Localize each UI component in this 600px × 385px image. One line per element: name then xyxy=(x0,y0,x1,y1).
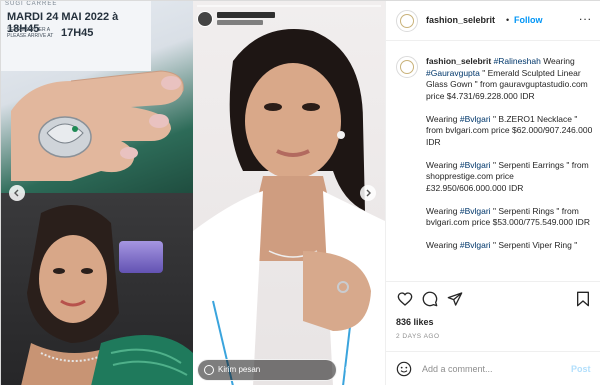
comment-button[interactable] xyxy=(421,290,439,308)
comment-input[interactable] xyxy=(422,361,562,377)
chevron-left-icon xyxy=(14,189,19,197)
send-icon xyxy=(447,292,463,306)
photo-selfie xyxy=(1,193,193,385)
caption-scroll-area[interactable]: fashion_selebrit #Ralineshah Wearing #Ga… xyxy=(386,42,600,280)
separator-dot: • xyxy=(506,15,510,25)
hashtag-link[interactable]: #Bvlgari xyxy=(460,240,491,250)
hashtag-link[interactable]: #Bvlgari xyxy=(460,114,491,124)
more-options-button[interactable]: ... xyxy=(579,9,592,23)
share-button[interactable] xyxy=(446,290,464,308)
ticket-header: SUGI CARREE xyxy=(5,1,58,7)
caption-prefix: Wearing xyxy=(426,205,460,216)
ticket-arrive-text: SE PRESENTER A PLEASE ARRIVE AT xyxy=(7,27,54,39)
save-button[interactable] xyxy=(574,290,592,308)
likes-count[interactable]: 836 likes xyxy=(396,317,434,327)
caption-username[interactable]: fashion_selebrit xyxy=(426,56,491,66)
username-link[interactable]: fashion_selebrit xyxy=(426,15,495,25)
hashtag-link[interactable]: #Bvlgari xyxy=(460,206,491,216)
hashtag-link[interactable]: #Gauravgupta xyxy=(426,68,480,78)
hand-with-ring-illustration xyxy=(11,70,184,181)
previous-slide-button[interactable] xyxy=(9,185,25,201)
story-message-placeholder: Kirim pesan xyxy=(218,365,261,374)
follow-button[interactable]: Follow xyxy=(514,15,543,25)
caption-prefix: Wearing xyxy=(426,113,460,124)
caption-prefix: Wearing xyxy=(426,159,460,170)
ticket-time: 17H45 xyxy=(61,27,94,39)
story-message-field[interactable]: Kirim pesan xyxy=(197,359,337,381)
photo-story xyxy=(193,1,385,385)
post-side-panel: fashion_selebrit • Follow ... fashion_se… xyxy=(385,1,600,385)
send-icon[interactable]: ➤ xyxy=(365,364,375,376)
caption-avatar[interactable] xyxy=(396,56,418,78)
heart-icon[interactable]: ♡ xyxy=(344,365,355,377)
camera-icon xyxy=(204,365,214,375)
bookmark-icon xyxy=(577,291,589,307)
post-header: fashion_selebrit • Follow ... xyxy=(386,1,600,41)
hashtag-link[interactable]: #Bvlgari xyxy=(460,160,491,170)
post-comment-button[interactable]: Post xyxy=(571,364,591,374)
caption-mention[interactable]: #Ralineshah xyxy=(494,56,541,66)
story-portrait-illustration xyxy=(193,29,385,385)
instagram-post-dialog: SUGI CARREE MARDI 24 MAI 2022 à 18H45 SE… xyxy=(0,0,600,385)
caption-intro: Wearing xyxy=(540,56,575,66)
action-bar xyxy=(386,281,600,315)
chevron-right-icon xyxy=(366,189,371,197)
photo-ring-hand: SUGI CARREE MARDI 24 MAI 2022 à 18H45 SE… xyxy=(1,1,193,193)
selfie-illustration xyxy=(21,205,193,385)
post-media[interactable]: SUGI CARREE MARDI 24 MAI 2022 à 18H45 SE… xyxy=(1,1,385,385)
comment-form: Post xyxy=(386,351,600,385)
next-slide-button[interactable] xyxy=(360,185,376,201)
comment-icon xyxy=(422,291,438,307)
avatar-logo xyxy=(400,60,414,74)
post-caption: fashion_selebrit #Ralineshah Wearing #Ga… xyxy=(426,56,596,263)
like-button[interactable] xyxy=(396,290,414,308)
emoji-icon[interactable] xyxy=(396,361,412,377)
caption-line-5: " Serpenti Viper Ring " xyxy=(490,240,578,250)
avatar-logo xyxy=(400,14,414,28)
post-timestamp[interactable]: 2 DAYS AGO xyxy=(396,333,440,340)
caption-prefix: Wearing xyxy=(426,240,460,250)
heart-icon xyxy=(397,292,413,306)
avatar[interactable] xyxy=(396,10,418,32)
